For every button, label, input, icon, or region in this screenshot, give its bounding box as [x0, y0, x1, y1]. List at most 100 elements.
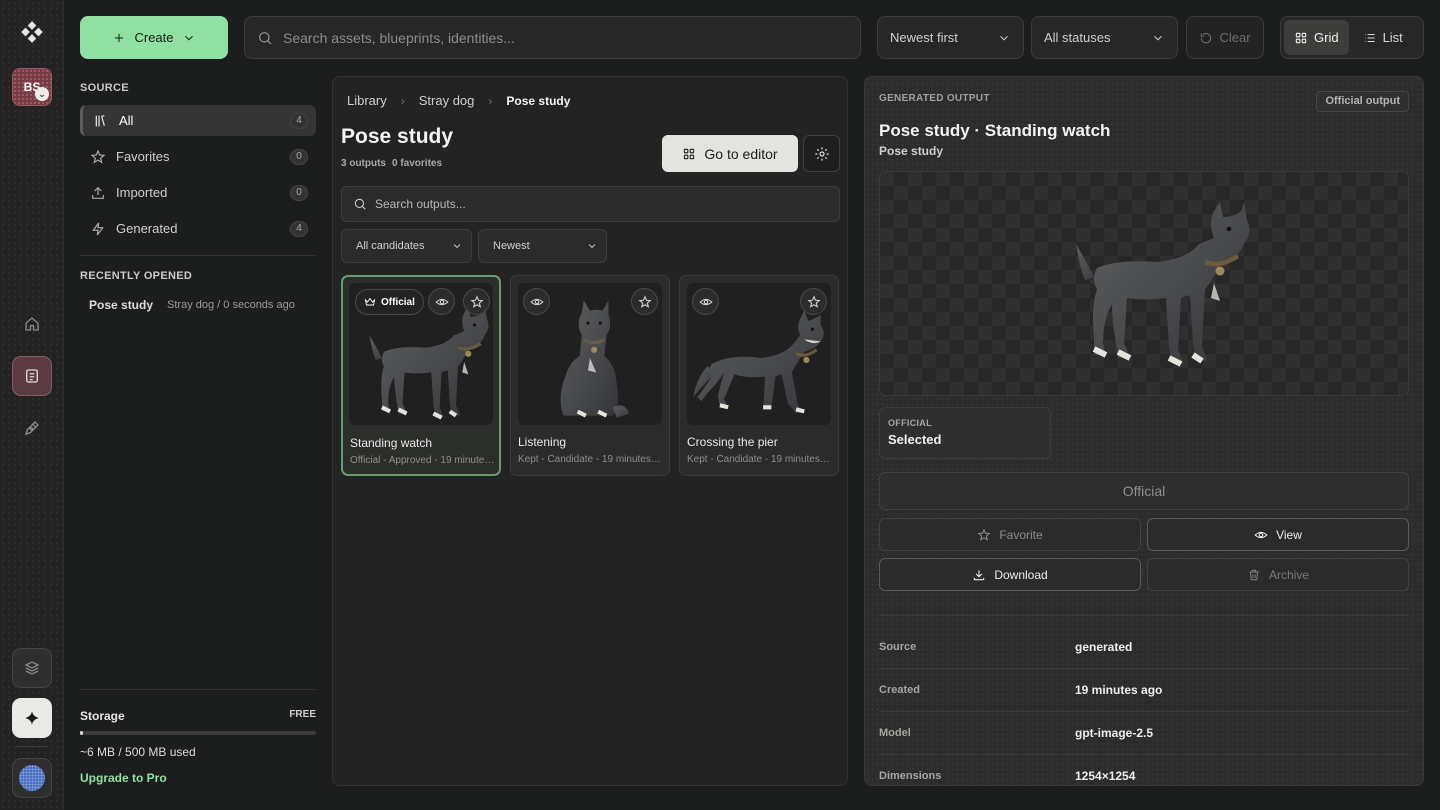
meta-row-source: Source generated	[879, 626, 1409, 669]
sort-value: Newest first	[890, 30, 958, 45]
breadcrumb-library[interactable]: Library	[347, 93, 387, 108]
clear-button[interactable]: Clear	[1186, 16, 1264, 59]
view-toggle: Grid List	[1280, 16, 1424, 59]
storage-divider	[80, 689, 316, 690]
search-input[interactable]	[283, 29, 860, 46]
view-button[interactable]: View	[1147, 518, 1409, 551]
official-button-label: Official	[1122, 483, 1166, 499]
dog-image	[1046, 178, 1256, 388]
star-icon	[469, 294, 484, 308]
layers-icon[interactable]	[12, 648, 52, 688]
star-icon	[637, 294, 652, 308]
view-label: View	[1276, 527, 1302, 542]
source-item-imported[interactable]: Imported 0	[80, 177, 316, 208]
source-label: Generated	[116, 221, 178, 236]
source-label: Favorites	[116, 149, 170, 164]
collection-panel: Library › Stray dog › Pose study Pose st…	[332, 76, 848, 786]
output-preview[interactable]	[879, 171, 1409, 396]
meta-value: generated	[1075, 640, 1133, 654]
library-icon[interactable]	[12, 356, 52, 396]
breadcrumb-stray-dog[interactable]: Stray dog	[419, 93, 475, 108]
archive-label: Archive	[1268, 567, 1309, 582]
view-grid-label: Grid	[1314, 30, 1339, 45]
search-icon	[354, 198, 366, 210]
globe-icon[interactable]	[12, 758, 52, 798]
download-button[interactable]: Download	[879, 558, 1141, 591]
favorite-button[interactable]	[463, 288, 490, 315]
library-icon	[95, 114, 105, 126]
meta-row-dimensions: Dimensions 1254×1254	[879, 755, 1409, 785]
chevron-right-icon: ›	[488, 93, 493, 108]
eye-icon	[1254, 531, 1268, 538]
meta-row-model: Model gpt-image-2.5	[879, 712, 1409, 755]
source-title: SOURCE	[80, 82, 129, 94]
status-select[interactable]: All statuses	[1031, 16, 1178, 59]
upgrade-link[interactable]: Upgrade to Pro	[80, 771, 316, 785]
outputs-search-input[interactable]	[375, 197, 839, 211]
settings-button[interactable]	[803, 135, 840, 172]
source-item-favorites[interactable]: Favorites 0	[80, 141, 316, 172]
upload-icon	[92, 186, 104, 199]
outputs-sort-value: Newest	[493, 240, 530, 252]
outputs-search[interactable]	[341, 186, 840, 222]
chevron-down-icon	[1154, 35, 1162, 40]
official-output-tag: Official output	[1316, 91, 1409, 112]
source-item-generated[interactable]: Generated 4	[80, 213, 316, 244]
view-button[interactable]	[523, 288, 550, 315]
view-grid-button[interactable]: Grid	[1284, 20, 1349, 55]
go-to-editor-button[interactable]: Go to editor	[662, 135, 798, 172]
sidebar-divider	[80, 255, 316, 256]
eye-icon	[529, 298, 544, 305]
meta-row-created: Created 19 minutes ago	[879, 669, 1409, 712]
download-label: Download	[994, 567, 1048, 582]
logo-icon[interactable]	[12, 12, 52, 52]
breadcrumb: Library › Stray dog › Pose study	[347, 93, 570, 108]
avatar[interactable]: BS ⌄	[12, 68, 52, 106]
view-list-button[interactable]: List	[1353, 20, 1413, 55]
official-badge: Official	[355, 289, 424, 315]
favorite-button[interactable]	[800, 288, 827, 315]
collection-stats: 3 outputs 0 favorites	[341, 158, 442, 169]
meta-value: 19 minutes ago	[1075, 683, 1163, 697]
source-sidebar: SOURCE All 4 Favorites 0 Imported 0 Gene…	[80, 76, 316, 312]
chevron-down-icon	[453, 244, 461, 249]
candidates-filter[interactable]: All candidates	[341, 229, 472, 263]
create-button[interactable]: Create	[80, 16, 228, 59]
favorites-count: 0 favorites	[392, 158, 443, 169]
global-search[interactable]	[244, 16, 861, 59]
archive-button[interactable]: Archive	[1147, 558, 1409, 591]
view-button[interactable]	[692, 288, 719, 315]
card-title: Listening	[518, 435, 567, 449]
star-icon	[806, 294, 821, 308]
output-card[interactable]: Crossing the pier Kept - Candidate - 19 …	[679, 275, 839, 476]
official-badge-label: Official	[381, 296, 415, 308]
outputs-sort[interactable]: Newest	[478, 229, 607, 263]
breadcrumb-current: Pose study	[506, 93, 571, 108]
official-button[interactable]: Official	[879, 472, 1409, 510]
sparkle-icon[interactable]	[12, 698, 52, 738]
card-title: Crossing the pier	[687, 435, 778, 449]
favorite-button[interactable]	[631, 288, 658, 315]
source-item-all[interactable]: All 4	[80, 105, 316, 136]
eye-icon	[434, 298, 449, 305]
reset-icon	[1201, 32, 1212, 43]
favorite-button[interactable]: Favorite	[879, 518, 1141, 551]
source-count: 0	[290, 148, 308, 165]
output-card[interactable]: Official Standing watch Official - Appro…	[341, 275, 501, 476]
star-icon	[90, 148, 106, 164]
output-card[interactable]: Listening Kept - Candidate - 19 minutes …	[510, 275, 670, 476]
home-icon[interactable]	[12, 304, 52, 344]
chevron-down-icon	[1000, 35, 1008, 40]
sort-select[interactable]: Newest first	[877, 16, 1024, 59]
chevron-down-icon	[184, 35, 193, 40]
outputs-count: 3 outputs	[341, 158, 386, 169]
chevron-down-icon: ⌄	[35, 87, 49, 101]
grid-icon	[684, 148, 695, 159]
recent-item-meta: Stray dog / 0 seconds ago	[167, 299, 295, 311]
detail-divider	[879, 615, 1409, 616]
pen-icon[interactable]	[12, 408, 52, 448]
recent-item[interactable]: Pose study Stray dog / 0 seconds ago	[80, 298, 316, 312]
official-status-card: OFFICIAL Selected	[879, 407, 1051, 459]
view-button[interactable]	[428, 288, 455, 315]
card-subtitle: Kept - Candidate - 19 minutes ago	[687, 454, 832, 465]
